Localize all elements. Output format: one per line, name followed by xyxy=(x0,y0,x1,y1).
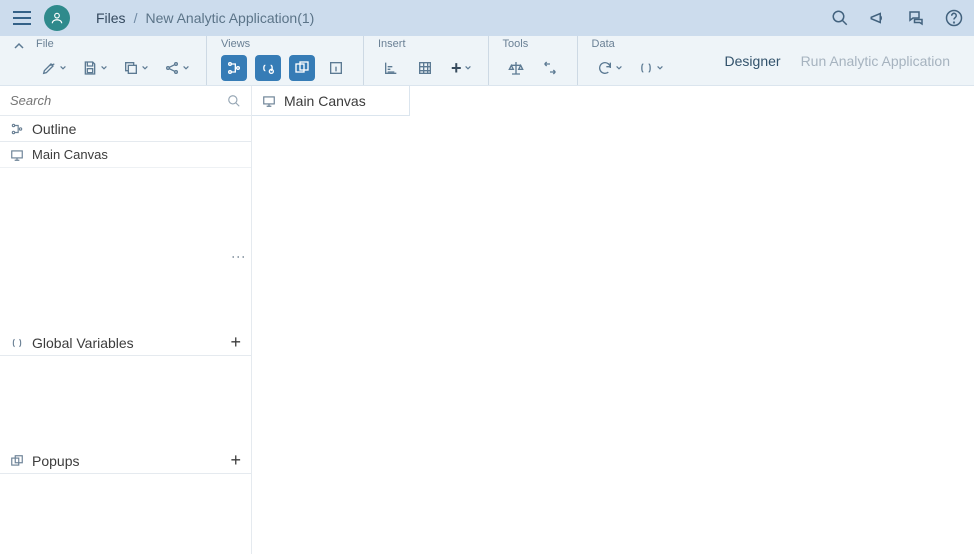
panel-outline-header[interactable]: Outline xyxy=(0,116,251,142)
edit-button[interactable] xyxy=(36,55,69,81)
sidebar: Outline Main Canvas ⋮ Global Variables +… xyxy=(0,86,252,554)
add-global-button[interactable]: + xyxy=(230,332,241,353)
toolbar-group-insert: Insert + xyxy=(363,36,488,85)
panel-popups-header[interactable]: Popups + xyxy=(0,448,251,474)
mode-designer[interactable]: Designer xyxy=(725,53,781,69)
toolbar-group-label: Views xyxy=(221,38,349,52)
menu-icon[interactable] xyxy=(10,6,34,30)
outline-icon xyxy=(10,122,24,136)
panel-title: Popups xyxy=(32,453,79,469)
insert-more-button[interactable]: + xyxy=(446,55,474,81)
collapse-toolbar-icon[interactable] xyxy=(8,36,30,85)
toolbar-group-label: File xyxy=(36,38,192,52)
info-view-button[interactable] xyxy=(323,55,349,81)
insert-table-button[interactable] xyxy=(412,55,438,81)
outline-item-label: Main Canvas xyxy=(32,147,108,162)
mode-run[interactable]: Run Analytic Application xyxy=(801,53,950,69)
layout-view-button[interactable] xyxy=(289,55,315,81)
tools-format-button[interactable] xyxy=(537,55,563,81)
panel-outline-body: ⋮ xyxy=(0,168,251,330)
breadcrumb: Files / New Analytic Application(1) xyxy=(96,10,314,26)
canvas-icon xyxy=(262,94,276,108)
save-button[interactable] xyxy=(77,55,110,81)
canvas-area[interactable]: Main Canvas xyxy=(252,86,974,554)
top-bar: Files / New Analytic Application(1) xyxy=(0,0,974,36)
search-icon[interactable] xyxy=(227,94,241,108)
panel-global-body xyxy=(0,356,251,448)
canvas-tab-label: Main Canvas xyxy=(284,93,366,109)
toolbar-group-tools: Tools xyxy=(488,36,577,85)
canvas-icon xyxy=(10,148,24,162)
copy-button[interactable] xyxy=(118,55,151,81)
canvas-tab-main[interactable]: Main Canvas xyxy=(252,86,410,116)
mode-switch: Designer Run Analytic Application xyxy=(725,36,974,85)
popups-icon xyxy=(10,454,24,468)
feedback-icon[interactable] xyxy=(906,8,926,28)
search-input[interactable] xyxy=(10,93,221,108)
share-button[interactable] xyxy=(159,55,192,81)
breadcrumb-separator: / xyxy=(134,10,138,26)
panel-title: Global Variables xyxy=(32,335,134,351)
search-icon[interactable] xyxy=(830,8,850,28)
toolbar-group-file: File xyxy=(30,36,206,85)
refresh-button[interactable] xyxy=(592,55,625,81)
sidebar-resize-handle[interactable]: ⋮ xyxy=(231,250,247,266)
avatar[interactable] xyxy=(44,5,70,31)
breadcrumb-root[interactable]: Files xyxy=(96,10,126,26)
toolbar-group-label: Data xyxy=(592,38,666,52)
outline-item-main-canvas[interactable]: Main Canvas xyxy=(0,142,251,168)
toolbar-group-label: Insert xyxy=(378,38,474,52)
breadcrumb-current: New Analytic Application(1) xyxy=(145,10,314,26)
variables-button[interactable] xyxy=(633,55,666,81)
announcements-icon[interactable] xyxy=(868,8,888,28)
add-popup-button[interactable]: + xyxy=(230,450,241,471)
globals-icon xyxy=(10,336,24,350)
toolbar-group-views: Views xyxy=(206,36,363,85)
plus-icon: + xyxy=(451,58,462,79)
insert-chart-button[interactable] xyxy=(378,55,404,81)
help-icon[interactable] xyxy=(944,8,964,28)
toolbar-group-data: Data xyxy=(577,36,680,85)
panel-popups-body xyxy=(0,474,251,554)
panel-global-header[interactable]: Global Variables + xyxy=(0,330,251,356)
tools-balance-button[interactable] xyxy=(503,55,529,81)
panel-title: Outline xyxy=(32,121,76,137)
search-box[interactable] xyxy=(0,86,251,116)
toolbar-group-label: Tools xyxy=(503,38,563,52)
toolbar: File Views xyxy=(0,36,974,86)
topbar-actions xyxy=(830,8,964,28)
outline-view-button[interactable] xyxy=(221,55,247,81)
workspace: Outline Main Canvas ⋮ Global Variables +… xyxy=(0,86,974,554)
script-view-button[interactable] xyxy=(255,55,281,81)
